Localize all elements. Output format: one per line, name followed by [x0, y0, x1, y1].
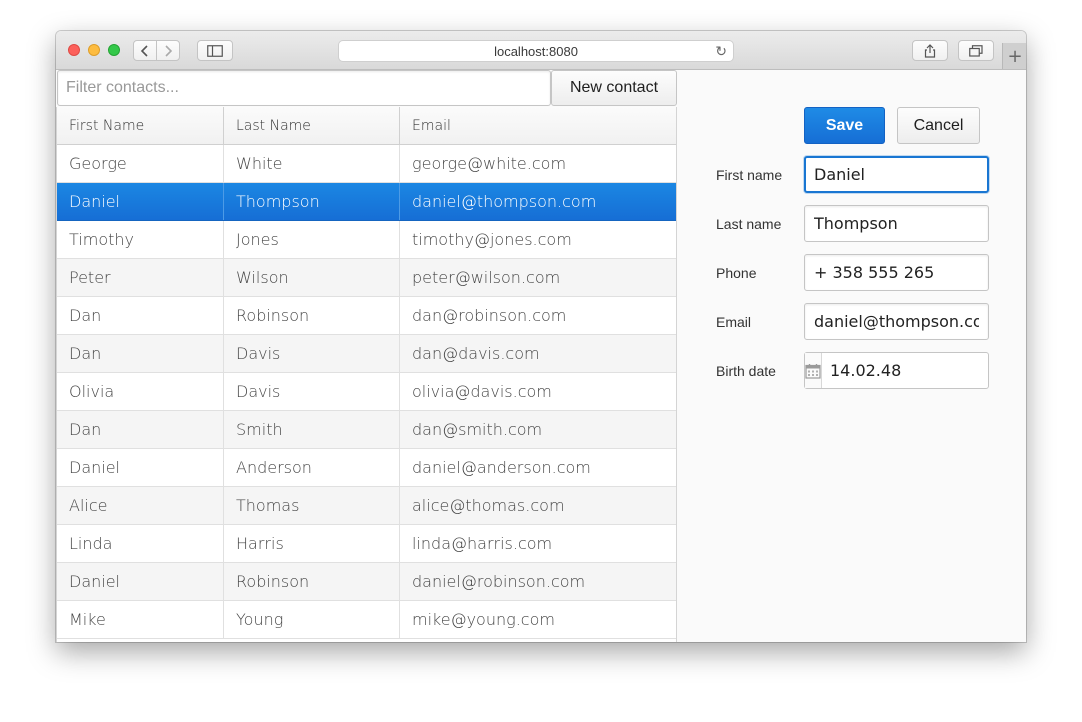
filter-input[interactable] [57, 70, 551, 106]
cell-email: dan@robinson.com [412, 306, 567, 325]
cell-first-name: Daniel [57, 449, 224, 486]
cell-email: alice@thomas.com [412, 496, 565, 515]
table-row[interactable]: Alice Thomas alice@thomas.com [57, 487, 676, 525]
first-name-label: First name [716, 166, 783, 183]
column-header-first-name[interactable]: First Name [57, 107, 224, 144]
share-icon [924, 43, 936, 58]
cell-last-name: Wilson [224, 259, 400, 296]
title-bar: localhost:8080 ↻ + [56, 31, 1026, 70]
contact-form: Save Cancel First name Last name Phone E… [678, 70, 1026, 642]
cell-last-name: Davis [224, 373, 400, 410]
email-label: Email [716, 313, 752, 330]
cell-last-name: Anderson [224, 449, 400, 486]
chevron-left-icon [140, 44, 148, 57]
cell-email: daniel@robinson.com [412, 572, 586, 591]
browser-window: localhost:8080 ↻ + New contact First Nam… [56, 31, 1026, 642]
first-name-field[interactable] [804, 156, 989, 193]
last-name-field[interactable] [804, 205, 989, 242]
cell-last-name: Jones [224, 221, 400, 258]
table-row[interactable]: Olivia Davis olivia@davis.com [57, 373, 676, 411]
cell-last-name: Robinson [224, 563, 400, 600]
reload-icon[interactable]: ↻ [715, 43, 727, 60]
cell-last-name: Smith [224, 411, 400, 448]
cell-email: daniel@anderson.com [412, 458, 591, 477]
email-field[interactable] [804, 303, 989, 340]
cell-email: peter@wilson.com [412, 268, 561, 287]
cell-email: george@white.com [412, 154, 567, 173]
table-row-selected[interactable]: Daniel Thompson daniel@thompson.com [57, 183, 676, 221]
cell-email: dan@davis.com [412, 344, 540, 363]
show-tabs-button[interactable] [958, 40, 994, 61]
birth-date-label: Birth date [716, 362, 776, 379]
share-button[interactable] [912, 40, 948, 61]
table-row[interactable]: Linda Harris linda@harris.com [57, 525, 676, 563]
cell-first-name: Olivia [57, 373, 224, 410]
cell-last-name: Young [224, 601, 400, 638]
address-bar[interactable]: localhost:8080 ↻ [338, 40, 734, 62]
forward-button[interactable] [156, 40, 180, 61]
sidebar-toggle-button[interactable] [197, 40, 233, 61]
table-row[interactable]: Daniel Robinson daniel@robinson.com [57, 563, 676, 601]
phone-field[interactable] [804, 254, 989, 291]
save-button[interactable]: Save [804, 107, 885, 144]
table-row[interactable]: Peter Wilson peter@wilson.com [57, 259, 676, 297]
cell-first-name: Dan [57, 297, 224, 334]
cell-first-name: George [57, 145, 224, 182]
calendar-icon [805, 363, 821, 379]
cell-email: linda@harris.com [412, 534, 553, 553]
cell-first-name: Linda [57, 525, 224, 562]
cell-first-name: Mike [57, 601, 224, 638]
table-row[interactable]: Timothy Jones timothy@jones.com [57, 221, 676, 259]
table-row[interactable]: Dan Robinson dan@robinson.com [57, 297, 676, 335]
sidebar-icon [207, 44, 223, 57]
cell-first-name: Daniel [57, 183, 224, 220]
plus-icon: + [1007, 45, 1023, 67]
cell-first-name: Timothy [57, 221, 224, 258]
back-button[interactable] [133, 40, 157, 61]
cell-last-name: White [224, 145, 400, 182]
cell-last-name: Harris [224, 525, 400, 562]
birth-date-picker [804, 352, 1026, 389]
column-header-last-name[interactable]: Last Name [224, 107, 400, 144]
cell-last-name: Davis [224, 335, 400, 372]
cell-first-name: Dan [57, 411, 224, 448]
table-row[interactable]: Mike Young mike@young.com [57, 601, 676, 639]
cell-email: daniel@thompson.com [412, 192, 597, 211]
column-header-email[interactable]: Email [400, 107, 676, 144]
cell-last-name: Thomas [224, 487, 400, 524]
minimize-window-button[interactable] [88, 44, 100, 56]
birth-date-field[interactable] [822, 353, 1026, 388]
table-row[interactable]: Dan Smith dan@smith.com [57, 411, 676, 449]
close-window-button[interactable] [68, 44, 80, 56]
new-tab-button[interactable]: + [1002, 43, 1026, 69]
contacts-grid: First Name Last Name Email George White … [56, 107, 677, 642]
cell-first-name: Peter [57, 259, 224, 296]
cell-email: mike@young.com [412, 610, 555, 629]
cancel-button[interactable]: Cancel [897, 107, 980, 144]
grid-header: First Name Last Name Email [57, 107, 676, 145]
chevron-right-icon [165, 44, 173, 57]
cell-first-name: Daniel [57, 563, 224, 600]
cell-last-name: Robinson [224, 297, 400, 334]
url-text: localhost:8080 [494, 43, 578, 59]
tabs-icon [969, 44, 983, 57]
cell-first-name: Dan [57, 335, 224, 372]
cell-email: timothy@jones.com [412, 230, 572, 249]
new-contact-button[interactable]: New contact [551, 70, 677, 106]
cell-email: dan@smith.com [412, 420, 543, 439]
cell-last-name: Thompson [224, 183, 400, 220]
table-row[interactable]: George White george@white.com [57, 145, 676, 183]
phone-label: Phone [716, 264, 757, 281]
zoom-window-button[interactable] [108, 44, 120, 56]
table-row[interactable]: Daniel Anderson daniel@anderson.com [57, 449, 676, 487]
date-picker-button[interactable] [805, 353, 822, 388]
app-content: New contact First Name Last Name Email G… [56, 70, 1026, 642]
table-row[interactable]: Dan Davis dan@davis.com [57, 335, 676, 373]
cell-email: olivia@davis.com [412, 382, 552, 401]
cell-first-name: Alice [57, 487, 224, 524]
last-name-label: Last name [716, 215, 782, 232]
